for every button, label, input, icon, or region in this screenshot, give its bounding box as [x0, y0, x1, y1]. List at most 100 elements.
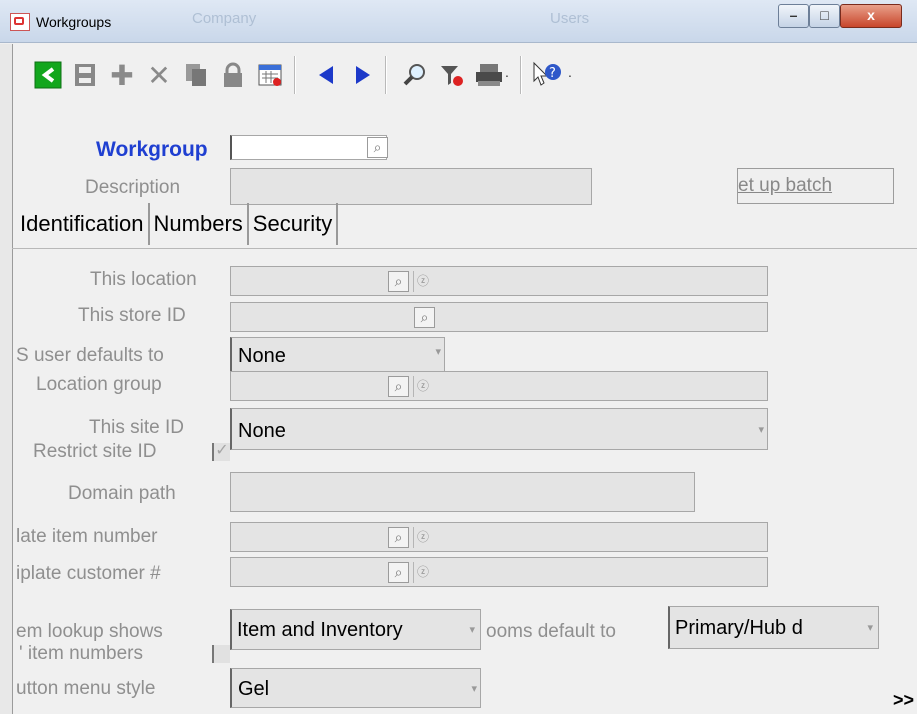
rooms-default-label: ooms default to — [486, 621, 616, 642]
tab-numbers[interactable]: Numbers — [150, 203, 249, 245]
add-icon: ✚ — [110, 59, 134, 91]
calendar-icon — [258, 64, 282, 86]
setup-batch-label: et up batch — [738, 175, 833, 196]
search-icon: ⌕ — [394, 378, 403, 394]
description-input[interactable] — [230, 168, 592, 205]
workgroup-input[interactable] — [230, 135, 387, 160]
copy-icon — [186, 64, 206, 86]
help-dropdown-icon: · — [567, 67, 573, 83]
location-group-lookup-button[interactable]: ⌕ — [388, 376, 409, 397]
this-location-label: This location — [90, 269, 197, 290]
chevron-down-icon: ▾ — [467, 623, 477, 636]
template-customer-field[interactable] — [230, 557, 768, 587]
description-label: Description — [85, 177, 181, 198]
this-store-id-lookup-button[interactable]: ⌕ — [414, 307, 435, 328]
setup-batch-button[interactable]: et up batch — [737, 168, 894, 204]
toolbar: ✚ ✕ · ? · — [14, 46, 917, 102]
copy-button[interactable] — [179, 58, 213, 92]
search-icon: ⌕ — [394, 273, 403, 289]
save-button[interactable] — [68, 58, 102, 92]
next-icon — [356, 66, 370, 84]
help-button[interactable]: ? — [530, 58, 564, 92]
filter-icon — [441, 66, 463, 86]
background-window-title: Company — [192, 10, 257, 27]
domain-path-label: Domain path — [68, 483, 176, 504]
toolbar-separator — [520, 56, 522, 94]
this-store-id-field[interactable] — [230, 302, 768, 332]
this-site-id-label: This site ID — [89, 417, 185, 438]
item-lookup-value: Item and Inventory — [237, 619, 403, 641]
svg-text:?: ? — [549, 66, 556, 81]
workgroup-label: Workgroup — [96, 138, 208, 161]
title-bar: Workgroups Company Users – □ x — [0, 0, 917, 43]
item-lookup-select[interactable]: Item and Inventory ▾ — [230, 609, 481, 650]
rooms-default-select[interactable]: Primary/Hub d ▾ — [668, 606, 879, 649]
zoom-icon: ⓩ — [416, 530, 429, 544]
search-icon: ⌕ — [394, 529, 403, 545]
item-numbers-label: ' item numbers — [19, 643, 144, 664]
help-icon: ? — [533, 61, 561, 86]
maximize-button[interactable]: □ — [809, 4, 840, 28]
help-dropdown-button[interactable]: · — [563, 58, 577, 92]
back-button[interactable] — [31, 58, 65, 92]
background-window-title: Users — [550, 10, 590, 27]
template-item-number-label: late item number — [16, 526, 158, 547]
restrict-site-id-checkbox[interactable]: ✓ — [212, 443, 230, 461]
search-icon — [403, 64, 425, 86]
window-title: Workgroups — [36, 14, 112, 30]
workgroup-lookup-button[interactable]: ⌕ — [367, 137, 388, 158]
minimize-button[interactable]: – — [778, 4, 809, 28]
close-icon: x — [867, 7, 875, 23]
print-dropdown-button[interactable]: · — [500, 58, 514, 92]
template-item-number-field[interactable] — [230, 522, 768, 552]
window-left-edge — [0, 44, 13, 714]
this-location-zoom-button[interactable]: ⓩ — [413, 271, 432, 292]
user-defaults-label: S user defaults to — [16, 345, 164, 366]
template-item-number-lookup-button[interactable]: ⌕ — [388, 527, 409, 548]
user-defaults-select[interactable]: None ▾ — [230, 337, 445, 373]
search-button[interactable] — [398, 58, 432, 92]
template-item-number-zoom-button[interactable]: ⓩ — [413, 527, 432, 548]
filter-button[interactable] — [435, 58, 469, 92]
domain-path-input[interactable] — [230, 472, 695, 512]
lock-button[interactable] — [216, 58, 250, 92]
add-button[interactable]: ✚ — [105, 58, 139, 92]
tab-identification[interactable]: Identification — [16, 203, 150, 245]
button-menu-style-label: utton menu style — [16, 678, 156, 699]
maximize-icon: □ — [820, 7, 829, 23]
delete-button[interactable]: ✕ — [142, 58, 176, 92]
minimize-icon: – — [789, 7, 798, 23]
this-location-lookup-button[interactable]: ⌕ — [388, 271, 409, 292]
rooms-default-value: Primary/Hub d — [675, 617, 803, 639]
more-button[interactable]: >> — [893, 690, 914, 711]
previous-icon — [319, 66, 333, 84]
search-icon: ⌕ — [373, 139, 382, 155]
location-group-label: Location group — [36, 374, 162, 395]
search-icon: ⌕ — [420, 309, 429, 325]
print-dropdown-icon: · — [504, 67, 510, 83]
delete-icon: ✕ — [147, 59, 171, 91]
tab-security[interactable]: Security — [249, 203, 339, 245]
location-group-zoom-button[interactable]: ⓩ — [413, 376, 432, 397]
checkmark-icon: ✓ — [215, 442, 229, 459]
tab-divider — [12, 248, 917, 249]
chevron-down-icon: ▾ — [435, 346, 441, 358]
template-customer-lookup-button[interactable]: ⌕ — [388, 562, 409, 583]
location-group-field[interactable] — [230, 371, 768, 401]
next-button[interactable] — [346, 58, 380, 92]
template-customer-label: iplate customer # — [16, 563, 161, 584]
app-icon — [10, 13, 30, 31]
item-numbers-checkbox[interactable] — [212, 645, 230, 663]
calendar-button[interactable] — [253, 58, 287, 92]
previous-button[interactable] — [309, 58, 343, 92]
chevron-down-icon: ▾ — [471, 683, 477, 695]
this-location-field[interactable] — [230, 266, 768, 296]
button-menu-style-select[interactable]: Gel ▾ — [230, 668, 481, 708]
chevron-down-icon: ▾ — [758, 424, 764, 436]
user-defaults-value: None — [238, 345, 286, 367]
close-button[interactable]: x — [840, 4, 902, 28]
template-customer-zoom-button[interactable]: ⓩ — [413, 562, 432, 583]
save-icon — [75, 64, 95, 86]
button-menu-style-value: Gel — [238, 678, 270, 700]
this-site-id-select[interactable]: None ▾ — [230, 408, 768, 450]
